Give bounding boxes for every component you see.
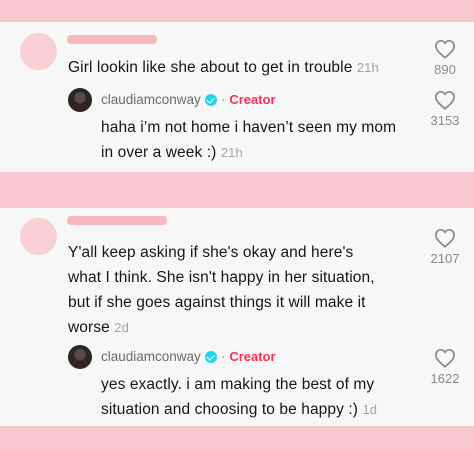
reply-line: haha i’m not home i haven’t seen my mom (101, 119, 397, 136)
reply-author: claudiamconway · Creator (101, 349, 276, 364)
reply-text: haha i’m not home i haven’t seen my mom … (101, 115, 396, 165)
like-button[interactable]: 2107 (425, 228, 465, 266)
heart-outline-icon (435, 90, 455, 110)
redacted-username (67, 216, 167, 225)
comment-line: what I think. She isn't happy in her sit… (68, 269, 375, 286)
verified-badge-icon (204, 350, 217, 363)
reply-like-button[interactable]: 1622 (425, 348, 465, 386)
like-count: 2107 (430, 251, 460, 266)
redacted-username (67, 35, 157, 44)
reply-username[interactable]: claudiamconway (101, 92, 201, 107)
creator-badge: Creator (229, 349, 276, 364)
reply-line: situation and choosing to be happy :) (101, 401, 359, 418)
creator-avatar[interactable] (68, 88, 92, 112)
avatar[interactable] (20, 218, 57, 255)
reply-time: 1d (362, 402, 378, 417)
reply-line: yes exactly. i am making the best of my (101, 376, 375, 393)
comment-text: Girl lookin like she about to get in tro… (68, 55, 379, 80)
comment-line: but if she goes against things it will m… (68, 294, 366, 311)
heart-outline-icon (435, 348, 455, 368)
like-count: 3153 (430, 113, 460, 128)
reply-like-button[interactable]: 3153 (425, 90, 465, 128)
like-count: 1622 (430, 371, 460, 386)
reply-time: 21h (220, 145, 243, 160)
comment-thread-1: Girl lookin like she about to get in tro… (0, 22, 474, 172)
separator-dot: · (220, 349, 226, 364)
like-button[interactable]: 890 (425, 39, 465, 77)
verified-badge-icon (204, 93, 217, 106)
reply-line: in over a week :) (101, 144, 217, 161)
heart-outline-icon (435, 39, 455, 59)
reply-author: claudiamconway · Creator (101, 92, 276, 107)
comment-time: 2d (114, 320, 129, 335)
heart-outline-icon (435, 228, 455, 248)
reply-text: yes exactly. i am making the best of my … (101, 372, 377, 422)
comment-body: Girl lookin like she about to get in tro… (68, 59, 353, 76)
separator-dot: · (220, 92, 226, 107)
comment-text: Y'all keep asking if she's okay and here… (68, 240, 375, 340)
comment-line: worse (68, 319, 110, 336)
comment-line: Y'all keep asking if she's okay and here… (68, 244, 354, 261)
reply-username[interactable]: claudiamconway (101, 349, 201, 364)
creator-badge: Creator (229, 92, 276, 107)
avatar[interactable] (20, 33, 57, 70)
comment-thread-2: Y'all keep asking if she's okay and here… (0, 208, 474, 426)
like-count: 890 (434, 62, 456, 77)
comment-time: 21h (356, 60, 379, 75)
creator-avatar[interactable] (68, 345, 92, 369)
